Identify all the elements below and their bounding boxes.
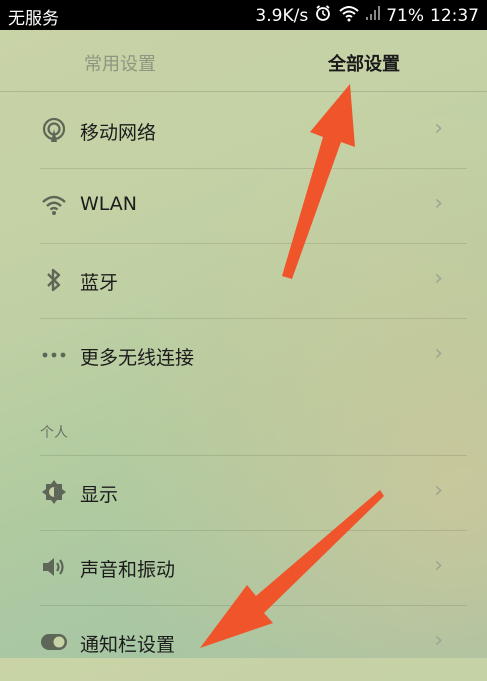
arrow-to-notification-settings <box>200 490 384 648</box>
arrow-to-all-settings <box>282 84 355 279</box>
annotation-arrows <box>200 84 384 648</box>
